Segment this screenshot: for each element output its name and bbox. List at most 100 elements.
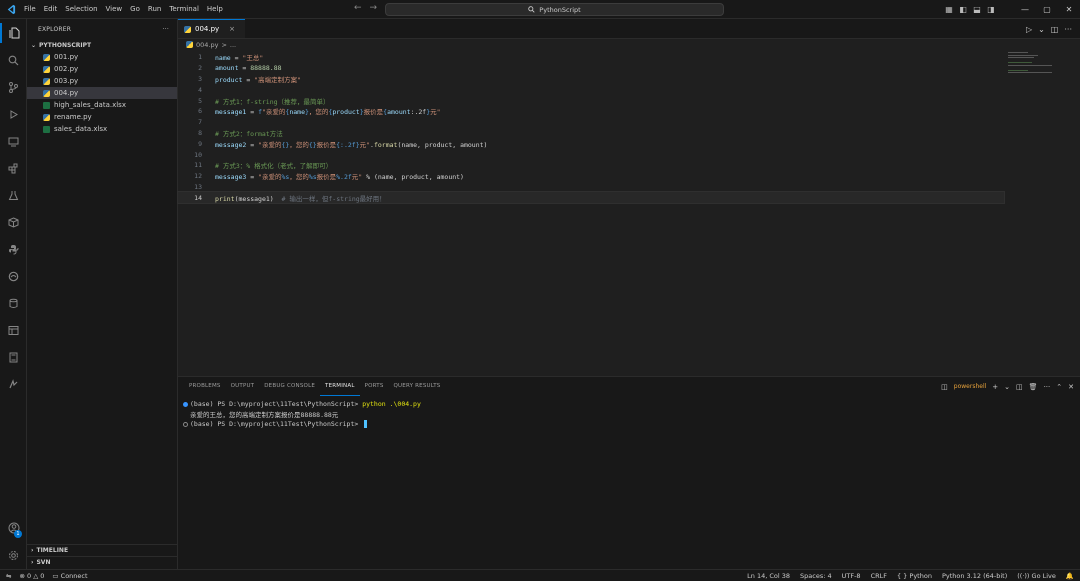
database-icon[interactable] <box>0 293 27 313</box>
folder-pythonscript[interactable]: ⌄ PYTHONSCRIPT <box>27 39 177 51</box>
language-mode[interactable]: { } Python <box>897 572 932 580</box>
go-live-button[interactable]: ((·)) Go Live <box>1017 572 1056 580</box>
code-line[interactable]: 1 name = "王总" <box>178 52 1004 63</box>
tab-output[interactable]: OUTPUT <box>226 377 260 396</box>
tab-label: 004.py <box>195 25 220 33</box>
code-line[interactable]: 4 <box>178 84 1004 95</box>
new-terminal-icon[interactable]: + <box>992 383 998 391</box>
testing-flask-icon[interactable] <box>0 185 27 205</box>
code-line[interactable]: 9 message2 = "亲爱的{}，您的{}报价是{:.2f}元".forma… <box>178 138 1004 149</box>
menu-edit[interactable]: Edit <box>40 0 62 19</box>
code-line[interactable]: 10 <box>178 149 1004 160</box>
file-item-active[interactable]: 004.py <box>27 87 177 99</box>
window-controls: — ▢ ✕ <box>1014 0 1080 19</box>
python-file-icon <box>43 113 50 121</box>
menu-view[interactable]: View <box>102 0 127 19</box>
code-line[interactable]: 13 <box>178 182 1004 193</box>
more-actions-icon[interactable]: ··· <box>1044 383 1051 391</box>
search-icon[interactable] <box>0 50 27 70</box>
customize-layout-icon[interactable]: ▦ <box>942 0 956 19</box>
file-label: high_sales_data.xlsx <box>54 101 126 109</box>
toggle-secondary-sidebar-icon[interactable]: ◨ <box>984 0 998 19</box>
close-tab-icon[interactable]: × <box>229 25 235 33</box>
python-icon[interactable] <box>0 239 27 259</box>
remote-explorer-icon[interactable] <box>0 131 27 151</box>
toggle-sidebar-icon[interactable]: ◧ <box>956 0 970 19</box>
menu-terminal[interactable]: Terminal <box>165 0 203 19</box>
run-dropdown-icon[interactable]: ⌄ <box>1038 25 1045 34</box>
remote-icon[interactable]: ⇋ <box>6 572 11 580</box>
terminal-output[interactable]: (base) PS D:\myproject\11Test\PythonScri… <box>183 399 421 429</box>
tab-004-py[interactable]: 004.py × <box>178 19 246 38</box>
problems-status[interactable]: ⊗ 0 △ 0 <box>19 572 44 580</box>
file-item[interactable]: 002.py <box>27 63 177 75</box>
accounts-icon[interactable]: 1 <box>0 518 27 538</box>
breadcrumb-file[interactable]: 004.py <box>196 41 218 49</box>
menu-help[interactable]: Help <box>203 0 227 19</box>
more-actions-icon[interactable]: ··· <box>163 26 169 33</box>
notebook-icon[interactable] <box>0 347 27 367</box>
layout-panel-icon[interactable] <box>0 320 27 340</box>
tab-query-results[interactable]: QUERY RESULTS <box>389 377 446 396</box>
menu-file[interactable]: File <box>20 0 40 19</box>
tab-terminal[interactable]: TERMINAL <box>320 377 360 396</box>
explorer-icon[interactable] <box>0 23 27 43</box>
trash-icon[interactable]: 🗑 <box>1029 383 1038 391</box>
code-line[interactable]: 2 amount = 88888.88 <box>178 63 1004 74</box>
code-line[interactable]: 8 # 方式2：format方法 <box>178 128 1004 139</box>
back-arrow-icon[interactable]: ← <box>354 3 362 13</box>
indentation[interactable]: Spaces: 4 <box>800 572 832 580</box>
cursor-position[interactable]: Ln 14, Col 38 <box>747 572 790 580</box>
code-line[interactable]: 14 print(message1) # 输出一样，但f-string最好用！ <box>177 191 1005 205</box>
code-line[interactable]: 6 message1 = f"亲爱的{name}，您的{product}报价是{a… <box>178 106 1004 117</box>
code-line[interactable]: 12 message3 = "亲爱的%s，您的%s报价是%.2f元" % (nam… <box>178 171 1004 182</box>
maximize-icon[interactable]: ▢ <box>1036 0 1058 19</box>
command-center-search[interactable]: PythonScript <box>385 3 724 16</box>
code-token: (name, product, amount) <box>373 173 464 182</box>
extensions-icon[interactable] <box>0 158 27 178</box>
run-file-icon[interactable]: ▷ <box>1026 25 1032 34</box>
timeline-section[interactable]: › TIMELINE <box>27 544 178 556</box>
tab-ports[interactable]: PORTS <box>360 377 389 396</box>
settings-gear-icon[interactable] <box>0 545 27 565</box>
tab-problems[interactable]: PROBLEMS <box>184 377 226 396</box>
toggle-panel-icon[interactable]: ⬓ <box>970 0 984 19</box>
close-panel-icon[interactable]: ✕ <box>1068 383 1074 391</box>
code-line[interactable]: 7 <box>178 117 1004 128</box>
split-terminal-icon[interactable]: ◫ <box>1016 383 1023 391</box>
maximize-panel-icon[interactable]: ⌃ <box>1056 383 1062 391</box>
package-icon[interactable] <box>0 212 27 232</box>
file-item[interactable]: high_sales_data.xlsx <box>27 99 177 111</box>
terminal-dropdown-icon[interactable]: ⌄ <box>1004 383 1010 391</box>
split-editor-icon[interactable]: ◫ <box>1051 25 1059 34</box>
code-line[interactable]: 3 product = "高端定制方案" <box>178 74 1004 85</box>
edge-browser-icon[interactable] <box>0 266 27 286</box>
tab-debug-console[interactable]: DEBUG CONSOLE <box>259 377 320 396</box>
file-item[interactable]: rename.py <box>27 111 177 123</box>
bug-fix-icon[interactable] <box>0 374 27 394</box>
shell-name[interactable]: powershell <box>954 383 987 390</box>
minimize-icon[interactable]: — <box>1014 0 1036 19</box>
encoding[interactable]: UTF-8 <box>842 572 861 580</box>
python-interpreter[interactable]: Python 3.12 (64-bit) <box>942 572 1007 580</box>
file-item[interactable]: 001.py <box>27 51 177 63</box>
line-ending[interactable]: CRLF <box>871 572 887 580</box>
notifications-bell-icon[interactable]: 🔔 <box>1066 572 1074 580</box>
menu-go[interactable]: Go <box>126 0 144 19</box>
code-line[interactable]: 5 # 方式1：f-string（推荐，最简单） <box>178 95 1004 106</box>
menu-run[interactable]: Run <box>144 0 165 19</box>
run-debug-icon[interactable] <box>0 104 27 124</box>
menu-selection[interactable]: Selection <box>61 0 101 19</box>
code-editor[interactable]: 1 name = "王总" 2 amount = 88888.88 3 product =… <box>177 52 1005 205</box>
breadcrumb-symbol[interactable]: ... <box>230 41 236 49</box>
svn-section[interactable]: › SVN <box>27 556 178 568</box>
code-line[interactable]: 11 # 方式3：% 格式化（老式，了解即可） <box>178 160 1004 171</box>
close-window-icon[interactable]: ✕ <box>1058 0 1080 19</box>
file-item[interactable]: sales_data.xlsx <box>27 123 177 135</box>
file-item[interactable]: 003.py <box>27 75 177 87</box>
source-control-icon[interactable] <box>0 77 27 97</box>
connect-status[interactable]: ▭ Connect <box>52 572 87 580</box>
more-actions-icon[interactable]: ··· <box>1064 25 1072 34</box>
forward-arrow-icon[interactable]: → <box>370 3 378 13</box>
minimap[interactable] <box>1008 52 1052 82</box>
